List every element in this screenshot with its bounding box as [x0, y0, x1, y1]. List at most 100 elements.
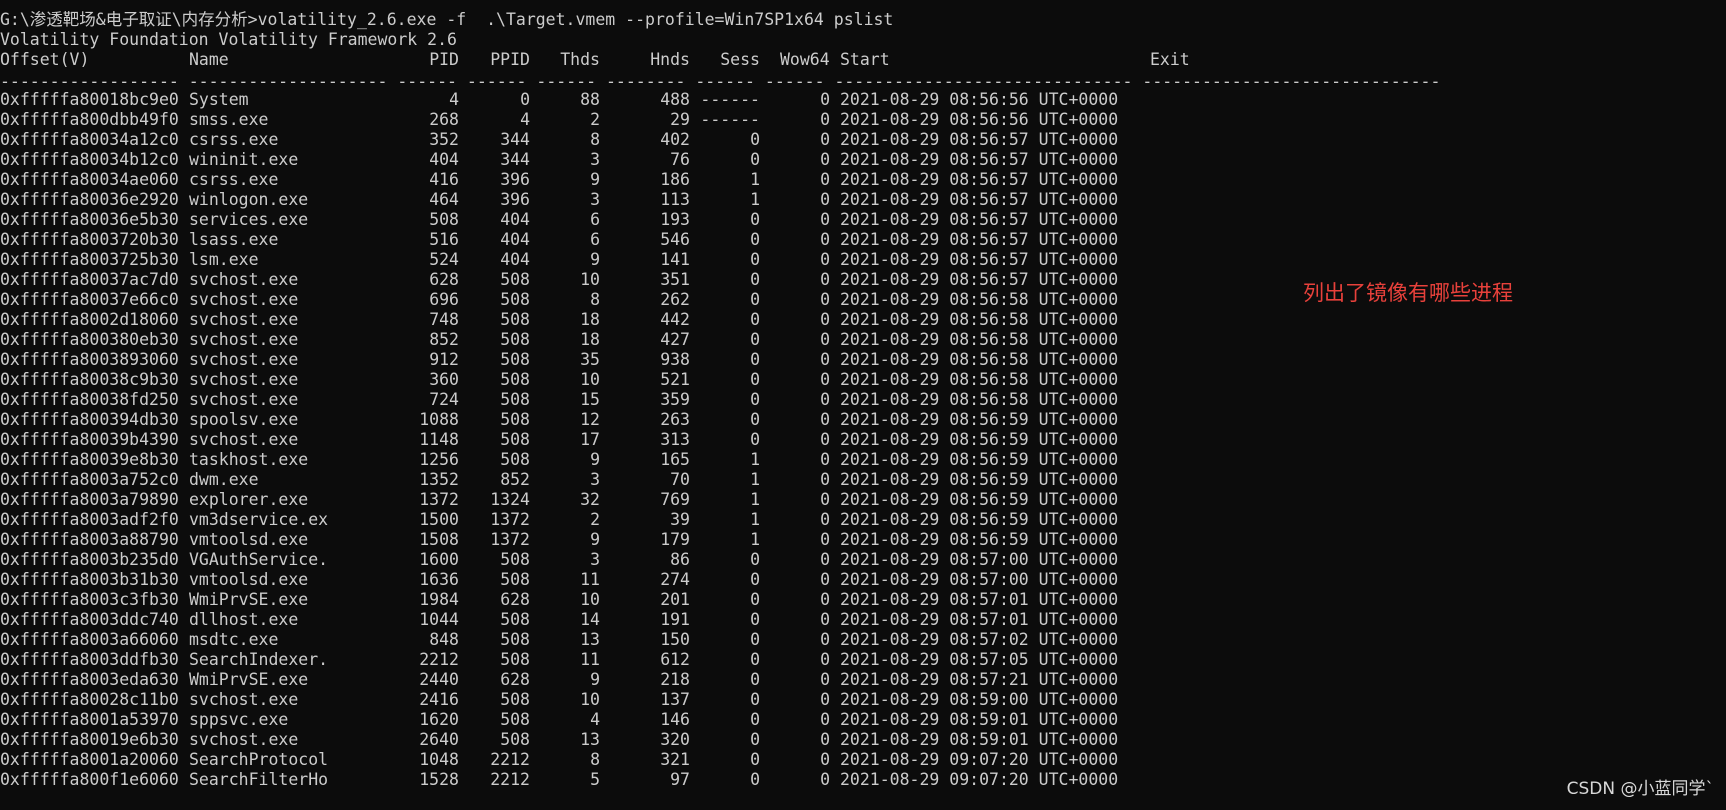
- cell-hnds: 70: [670, 470, 690, 489]
- header-pid: PID: [429, 50, 459, 69]
- cell-pid: 724: [429, 390, 459, 409]
- cell-hnds: 320: [660, 730, 690, 749]
- cell-wow64: 0: [820, 190, 830, 209]
- cell-thds: 9: [590, 530, 600, 549]
- cell-pid: 2440: [419, 670, 459, 689]
- cell-wow64: 0: [820, 90, 830, 109]
- cell-pid: 696: [429, 290, 459, 309]
- cell-start: 2021-08-29 08:56:57 UTC+0000: [840, 150, 1119, 169]
- cell-offset: 0xfffffa80019e6b30: [0, 730, 179, 749]
- cell-thds: 2: [590, 110, 600, 129]
- cell-offset: 0xfffffa80034ae060: [0, 170, 179, 189]
- cell-hnds: 193: [660, 210, 690, 229]
- cell-offset: 0xfffffa8003725b30: [0, 250, 179, 269]
- cell-thds: 17: [580, 430, 600, 449]
- cell-thds: 10: [580, 270, 600, 289]
- cell-start: 2021-08-29 08:56:58 UTC+0000: [840, 390, 1119, 409]
- cell-ppid: 0: [520, 90, 530, 109]
- cell-pid: 1352: [419, 470, 459, 489]
- cell-offset: 0xfffffa8001a53970: [0, 710, 179, 729]
- cell-thds: 11: [580, 570, 600, 589]
- cell-offset: 0xfffffa800dbb49f0: [0, 110, 179, 129]
- cell-hnds: 141: [660, 250, 690, 269]
- cell-name: svchost.exe: [189, 430, 299, 449]
- cell-ppid: 508: [500, 330, 530, 349]
- cell-hnds: 612: [660, 650, 690, 669]
- cell-start: 2021-08-29 08:56:59 UTC+0000: [840, 410, 1119, 429]
- cell-thds: 9: [590, 450, 600, 469]
- cell-hnds: 29: [670, 110, 690, 129]
- cell-pid: 2640: [419, 730, 459, 749]
- cell-thds: 11: [580, 650, 600, 669]
- cell-hnds: 546: [660, 230, 690, 249]
- cell-ppid: 404: [500, 230, 530, 249]
- cell-ppid: 2212: [490, 770, 530, 789]
- cell-pid: 2416: [419, 690, 459, 709]
- cell-ppid: 396: [500, 190, 530, 209]
- cell-start: 2021-08-29 08:59:00 UTC+0000: [840, 690, 1119, 709]
- cell-offset: 0xfffffa80036e5b30: [0, 210, 179, 229]
- cell-wow64: 0: [820, 470, 830, 489]
- cell-hnds: 321: [660, 750, 690, 769]
- cell-wow64: 0: [820, 630, 830, 649]
- cell-wow64: 0: [820, 230, 830, 249]
- cell-thds: 4: [590, 710, 600, 729]
- cell-wow64: 0: [820, 110, 830, 129]
- cell-pid: 848: [429, 630, 459, 649]
- cell-pid: 912: [429, 350, 459, 369]
- cell-wow64: 0: [820, 150, 830, 169]
- cell-start: 2021-08-29 09:07:20 UTC+0000: [840, 750, 1119, 769]
- cell-start: 2021-08-29 08:56:58 UTC+0000: [840, 350, 1119, 369]
- cell-pid: 1372: [419, 490, 459, 509]
- terminal-window[interactable]: G:\渗透靶场&电子取证\内存分析>volatility_2.6.exe -f …: [0, 0, 1726, 810]
- cell-wow64: 0: [820, 450, 830, 469]
- cell-sess: 0: [750, 370, 760, 389]
- cell-sess: 0: [750, 130, 760, 149]
- cell-thds: 3: [590, 150, 600, 169]
- cell-thds: 14: [580, 610, 600, 629]
- cell-ppid: 508: [500, 290, 530, 309]
- cell-ppid: 852: [500, 470, 530, 489]
- cell-offset: 0xfffffa8003893060: [0, 350, 179, 369]
- cell-pid: 360: [429, 370, 459, 389]
- cell-start: 2021-08-29 08:56:57 UTC+0000: [840, 230, 1119, 249]
- cell-sess: 0: [750, 770, 760, 789]
- cell-wow64: 0: [820, 210, 830, 229]
- cell-sess: 0: [750, 350, 760, 369]
- cell-name: SearchFilterHo: [189, 770, 329, 789]
- cell-hnds: 263: [660, 410, 690, 429]
- cell-name: System: [189, 90, 249, 109]
- cell-offset: 0xfffffa80037ac7d0: [0, 270, 179, 289]
- cell-thds: 10: [580, 590, 600, 609]
- cell-wow64: 0: [820, 390, 830, 409]
- cell-hnds: 442: [660, 310, 690, 329]
- cell-start: 2021-08-29 08:57:01 UTC+0000: [840, 610, 1119, 629]
- cell-sess: 0: [750, 290, 760, 309]
- cell-thds: 8: [590, 750, 600, 769]
- cell-hnds: 521: [660, 370, 690, 389]
- cell-sess: 1: [750, 510, 760, 529]
- cell-offset: 0xfffffa8003a79890: [0, 490, 179, 509]
- cell-start: 2021-08-29 08:56:58 UTC+0000: [840, 330, 1119, 349]
- cell-name: wininit.exe: [189, 150, 299, 169]
- cell-thds: 6: [590, 210, 600, 229]
- cell-thds: 12: [580, 410, 600, 429]
- cell-pid: 268: [429, 110, 459, 129]
- cell-hnds: 218: [660, 670, 690, 689]
- cell-start: 2021-08-29 08:56:59 UTC+0000: [840, 470, 1119, 489]
- cell-sess: 0: [750, 750, 760, 769]
- cell-sess: 0: [750, 570, 760, 589]
- cell-offset: 0xfffffa8003ddfb30: [0, 650, 179, 669]
- cell-offset: 0xfffffa8003c3fb30: [0, 590, 179, 609]
- cell-name: svchost.exe: [189, 690, 299, 709]
- cell-sess: 0: [750, 630, 760, 649]
- cell-hnds: 165: [660, 450, 690, 469]
- cell-wow64: 0: [820, 690, 830, 709]
- cell-name: vmtoolsd.exe: [189, 570, 309, 589]
- cell-thds: 3: [590, 190, 600, 209]
- cell-start: 2021-08-29 08:56:59 UTC+0000: [840, 510, 1119, 529]
- cell-thds: 13: [580, 630, 600, 649]
- cell-wow64: 0: [820, 370, 830, 389]
- cell-name: svchost.exe: [189, 330, 299, 349]
- cell-wow64: 0: [820, 490, 830, 509]
